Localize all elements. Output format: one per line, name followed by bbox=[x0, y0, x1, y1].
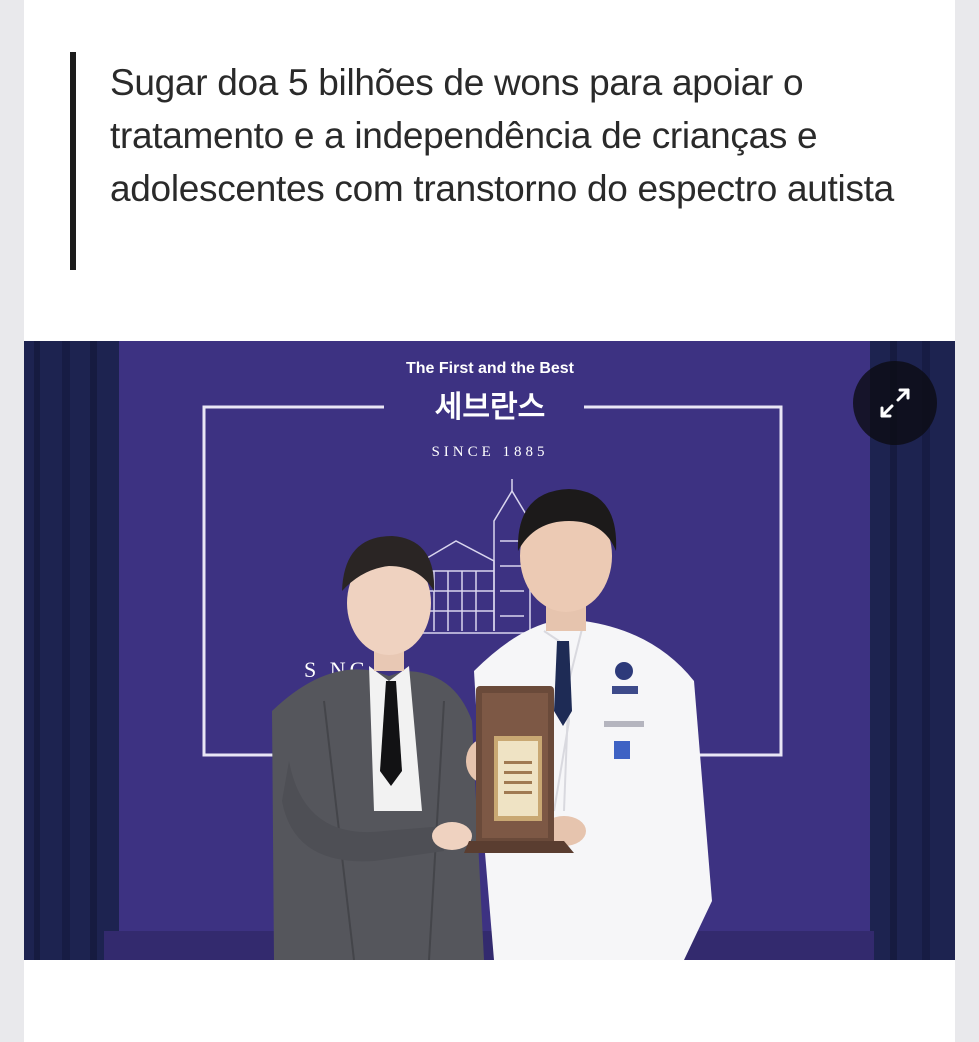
backdrop-tagline: The First and the Best bbox=[406, 360, 575, 377]
expand-arrows-icon bbox=[880, 388, 910, 418]
expand-image-button[interactable] bbox=[853, 361, 937, 445]
article-headline: Sugar doa 5 bilhões de wons para apoiar … bbox=[110, 62, 894, 209]
headline-block: Sugar doa 5 bilhões de wons para apoiar … bbox=[70, 52, 950, 270]
article-photo[interactable]: The First and the Best 세브란스 SINCE 1885 S… bbox=[24, 341, 955, 960]
backdrop-brand: 세브란스 bbox=[435, 391, 545, 424]
photo-illustration: The First and the Best 세브란스 SINCE 1885 S… bbox=[24, 341, 955, 960]
backdrop-since: SINCE 1885 bbox=[431, 444, 548, 460]
